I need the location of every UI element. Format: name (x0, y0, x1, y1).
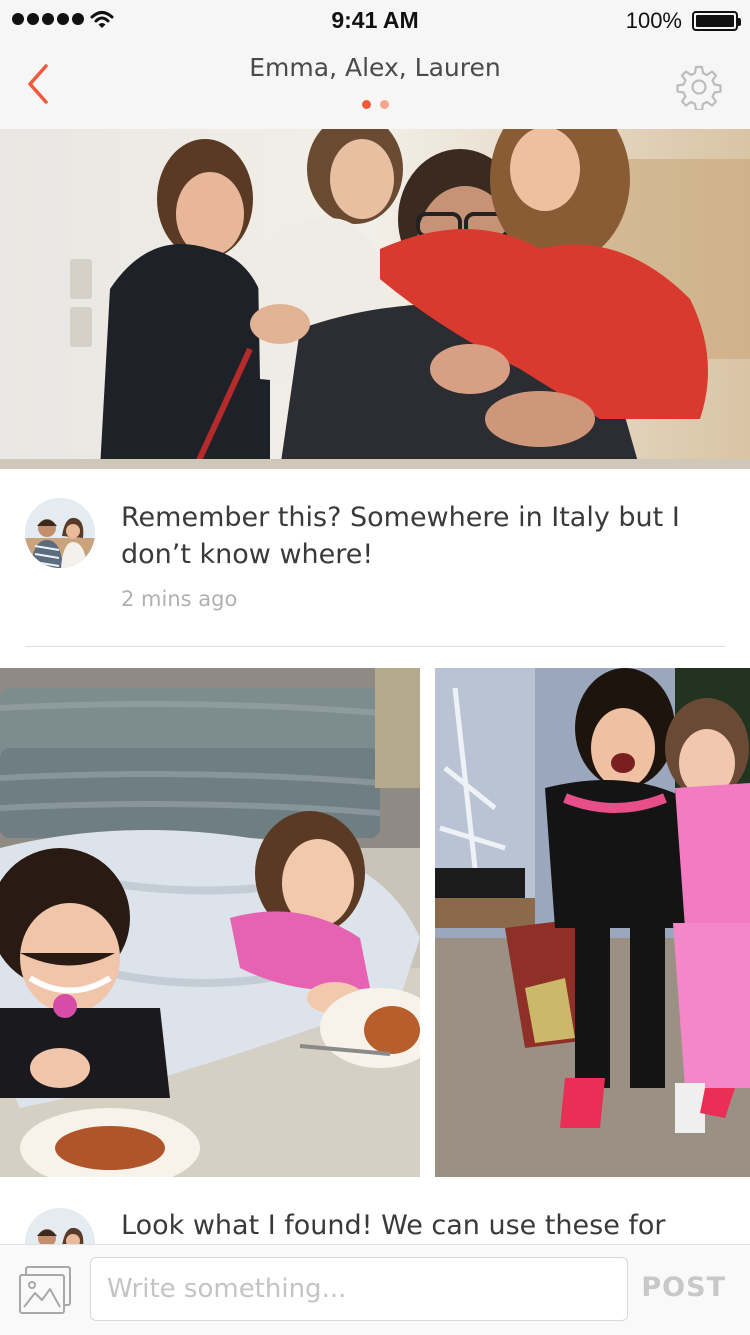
conversation-title[interactable]: Emma, Alex, Lauren (0, 53, 750, 82)
post-button[interactable]: POST (641, 1272, 726, 1303)
divider (25, 646, 725, 647)
shared-photo-family[interactable] (0, 129, 750, 469)
message-composer: POST (0, 1244, 750, 1335)
post-timestamp: 2 mins ago (121, 587, 238, 611)
photo-gallery-icon[interactable] (18, 1265, 72, 1315)
gear-icon[interactable] (676, 64, 722, 110)
page-indicator (0, 100, 750, 109)
page-dot-active (361, 100, 371, 109)
battery-percentage: 100% (625, 8, 682, 33)
page-dot (379, 100, 389, 109)
battery-icon (692, 11, 741, 31)
message-input[interactable] (90, 1257, 628, 1321)
post-message: Look what I found! We can use these for (121, 1210, 666, 1241)
post-message: Remember this? Somewhere in Italy but I … (121, 502, 680, 570)
nav-bar: Emma, Alex, Lauren (0, 40, 750, 130)
shared-photo-girls-floor[interactable] (0, 668, 420, 1177)
status-bar: 9:41 AM 100% (0, 0, 750, 40)
shared-photo-girls-tree[interactable] (435, 668, 750, 1177)
avatar[interactable] (25, 498, 95, 568)
